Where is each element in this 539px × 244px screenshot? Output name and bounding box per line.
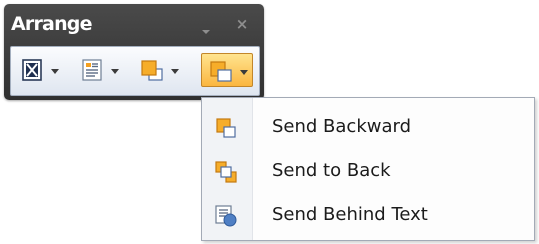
- send-to-back-icon: [215, 161, 237, 183]
- menu-item-send-behind-text[interactable]: Send Behind Text: [202, 192, 534, 238]
- menu-item-label: Send Behind Text: [272, 204, 428, 225]
- toolbar-title: Arrange: [11, 13, 92, 35]
- chevron-down-icon: [111, 69, 119, 74]
- menu-item-label: Send to Back: [272, 160, 391, 181]
- menu-item-send-backward[interactable]: Send Backward: [202, 104, 534, 150]
- text-wrap-icon: [82, 59, 102, 81]
- text-wrapping-button[interactable]: [79, 53, 127, 87]
- send-backward-button[interactable]: [201, 53, 253, 87]
- chevron-down-icon: [51, 69, 59, 74]
- bring-to-front-button[interactable]: [19, 53, 67, 87]
- chevron-down-icon: [240, 70, 248, 75]
- bring-forward-button[interactable]: [139, 53, 187, 87]
- bring-forward-icon: [141, 60, 163, 81]
- toolbar-body: [10, 46, 260, 96]
- toolbar-header[interactable]: Arrange ×: [4, 4, 264, 44]
- send-backward-icon: [210, 61, 232, 82]
- chevron-down-icon: [171, 69, 179, 74]
- toolbar-close-button[interactable]: ×: [233, 15, 251, 33]
- menu-item-label: Send Backward: [272, 116, 412, 137]
- send-backward-icon: [216, 118, 236, 138]
- small-down-triangle-icon: [202, 30, 210, 34]
- menu-item-send-to-back[interactable]: Send to Back: [202, 148, 534, 194]
- send-backward-menu: Send Backward Send to Back Send Behind T…: [201, 97, 535, 241]
- toolbar-options-button[interactable]: [200, 22, 212, 34]
- arrange-toolbar: Arrange ×: [4, 4, 264, 100]
- picture-frame-icon: [22, 59, 42, 81]
- send-behind-text-icon: [215, 205, 237, 227]
